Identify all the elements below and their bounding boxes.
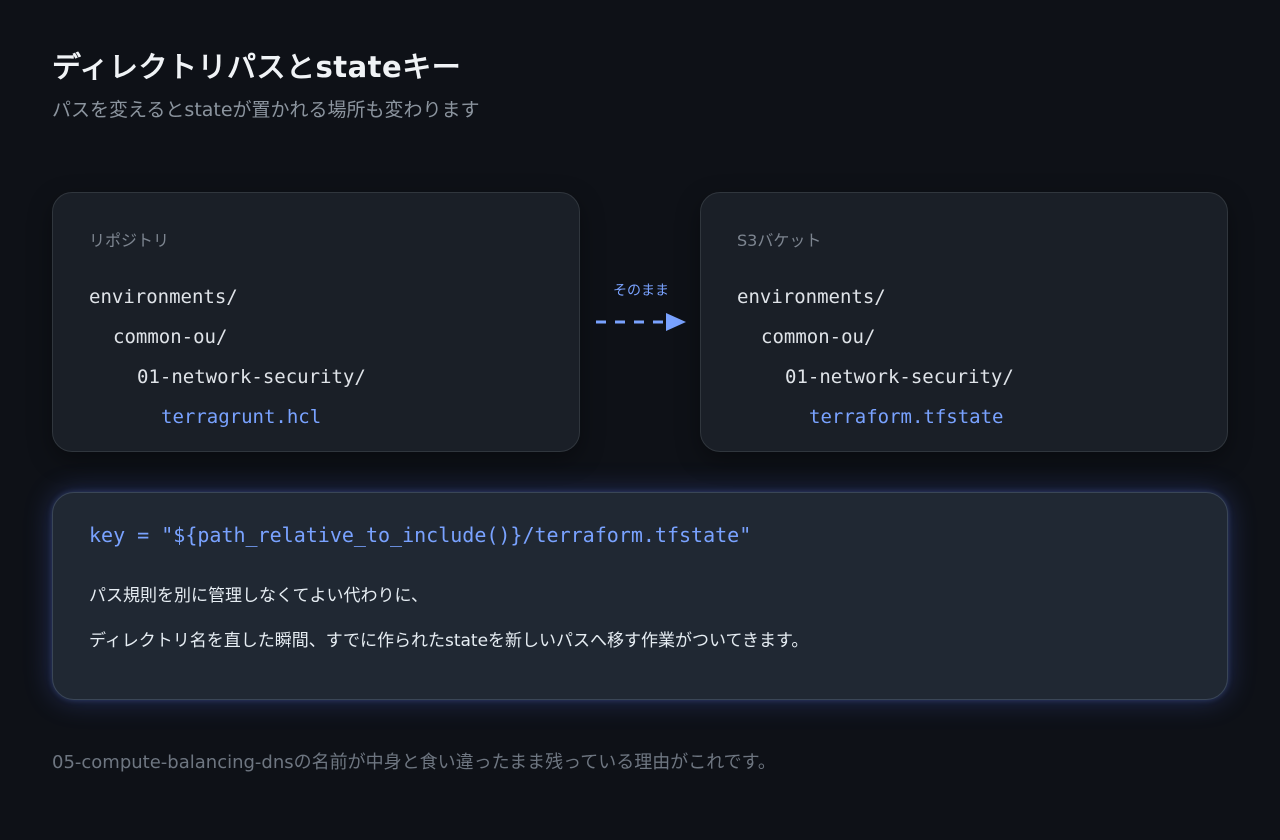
s3-bucket-card: S3バケット environments/ common-ou/ 01-netwo… — [700, 192, 1228, 452]
tree-file: terraform.tfstate — [809, 406, 1004, 428]
tree-file: terragrunt.hcl — [161, 406, 322, 428]
key-explanation-line: パス規則を別に管理しなくてよい代わりに、 — [89, 586, 428, 606]
repository-card: リポジトリ environments/ common-ou/ 01-networ… — [52, 192, 580, 452]
tree-line: common-ou/ — [761, 326, 876, 348]
dashed-arrow-icon — [596, 313, 686, 331]
key-explanation-line: ディレクトリ名を直した瞬間、すでに作られたstateを新しいパスへ移す作業がつい… — [89, 631, 809, 651]
s3-bucket-label: S3バケット — [737, 231, 822, 250]
tree-line: environments/ — [89, 286, 238, 308]
repository-label: リポジトリ — [89, 231, 170, 250]
tree-line: environments/ — [737, 286, 886, 308]
repository-tree: environments/ common-ou/ 01-network-secu… — [89, 277, 366, 437]
state-key-box: key = "${path_relative_to_include()}/ter… — [52, 492, 1228, 700]
s3-bucket-tree: environments/ common-ou/ 01-network-secu… — [737, 277, 1014, 437]
footer-note: 05-compute-balancing-dnsの名前が中身と食い違ったまま残っ… — [52, 752, 776, 773]
tree-line: 01-network-security/ — [785, 366, 1014, 388]
arrow-label: そのまま — [613, 283, 669, 299]
tree-line: 01-network-security/ — [137, 366, 366, 388]
tree-line: common-ou/ — [113, 326, 228, 348]
page-subtitle: パスを変えるとstateが置かれる場所も変わります — [52, 99, 480, 121]
page-title: ディレクトリパスとstateキー — [52, 50, 462, 84]
state-key-code: key = "${path_relative_to_include()}/ter… — [89, 523, 752, 547]
